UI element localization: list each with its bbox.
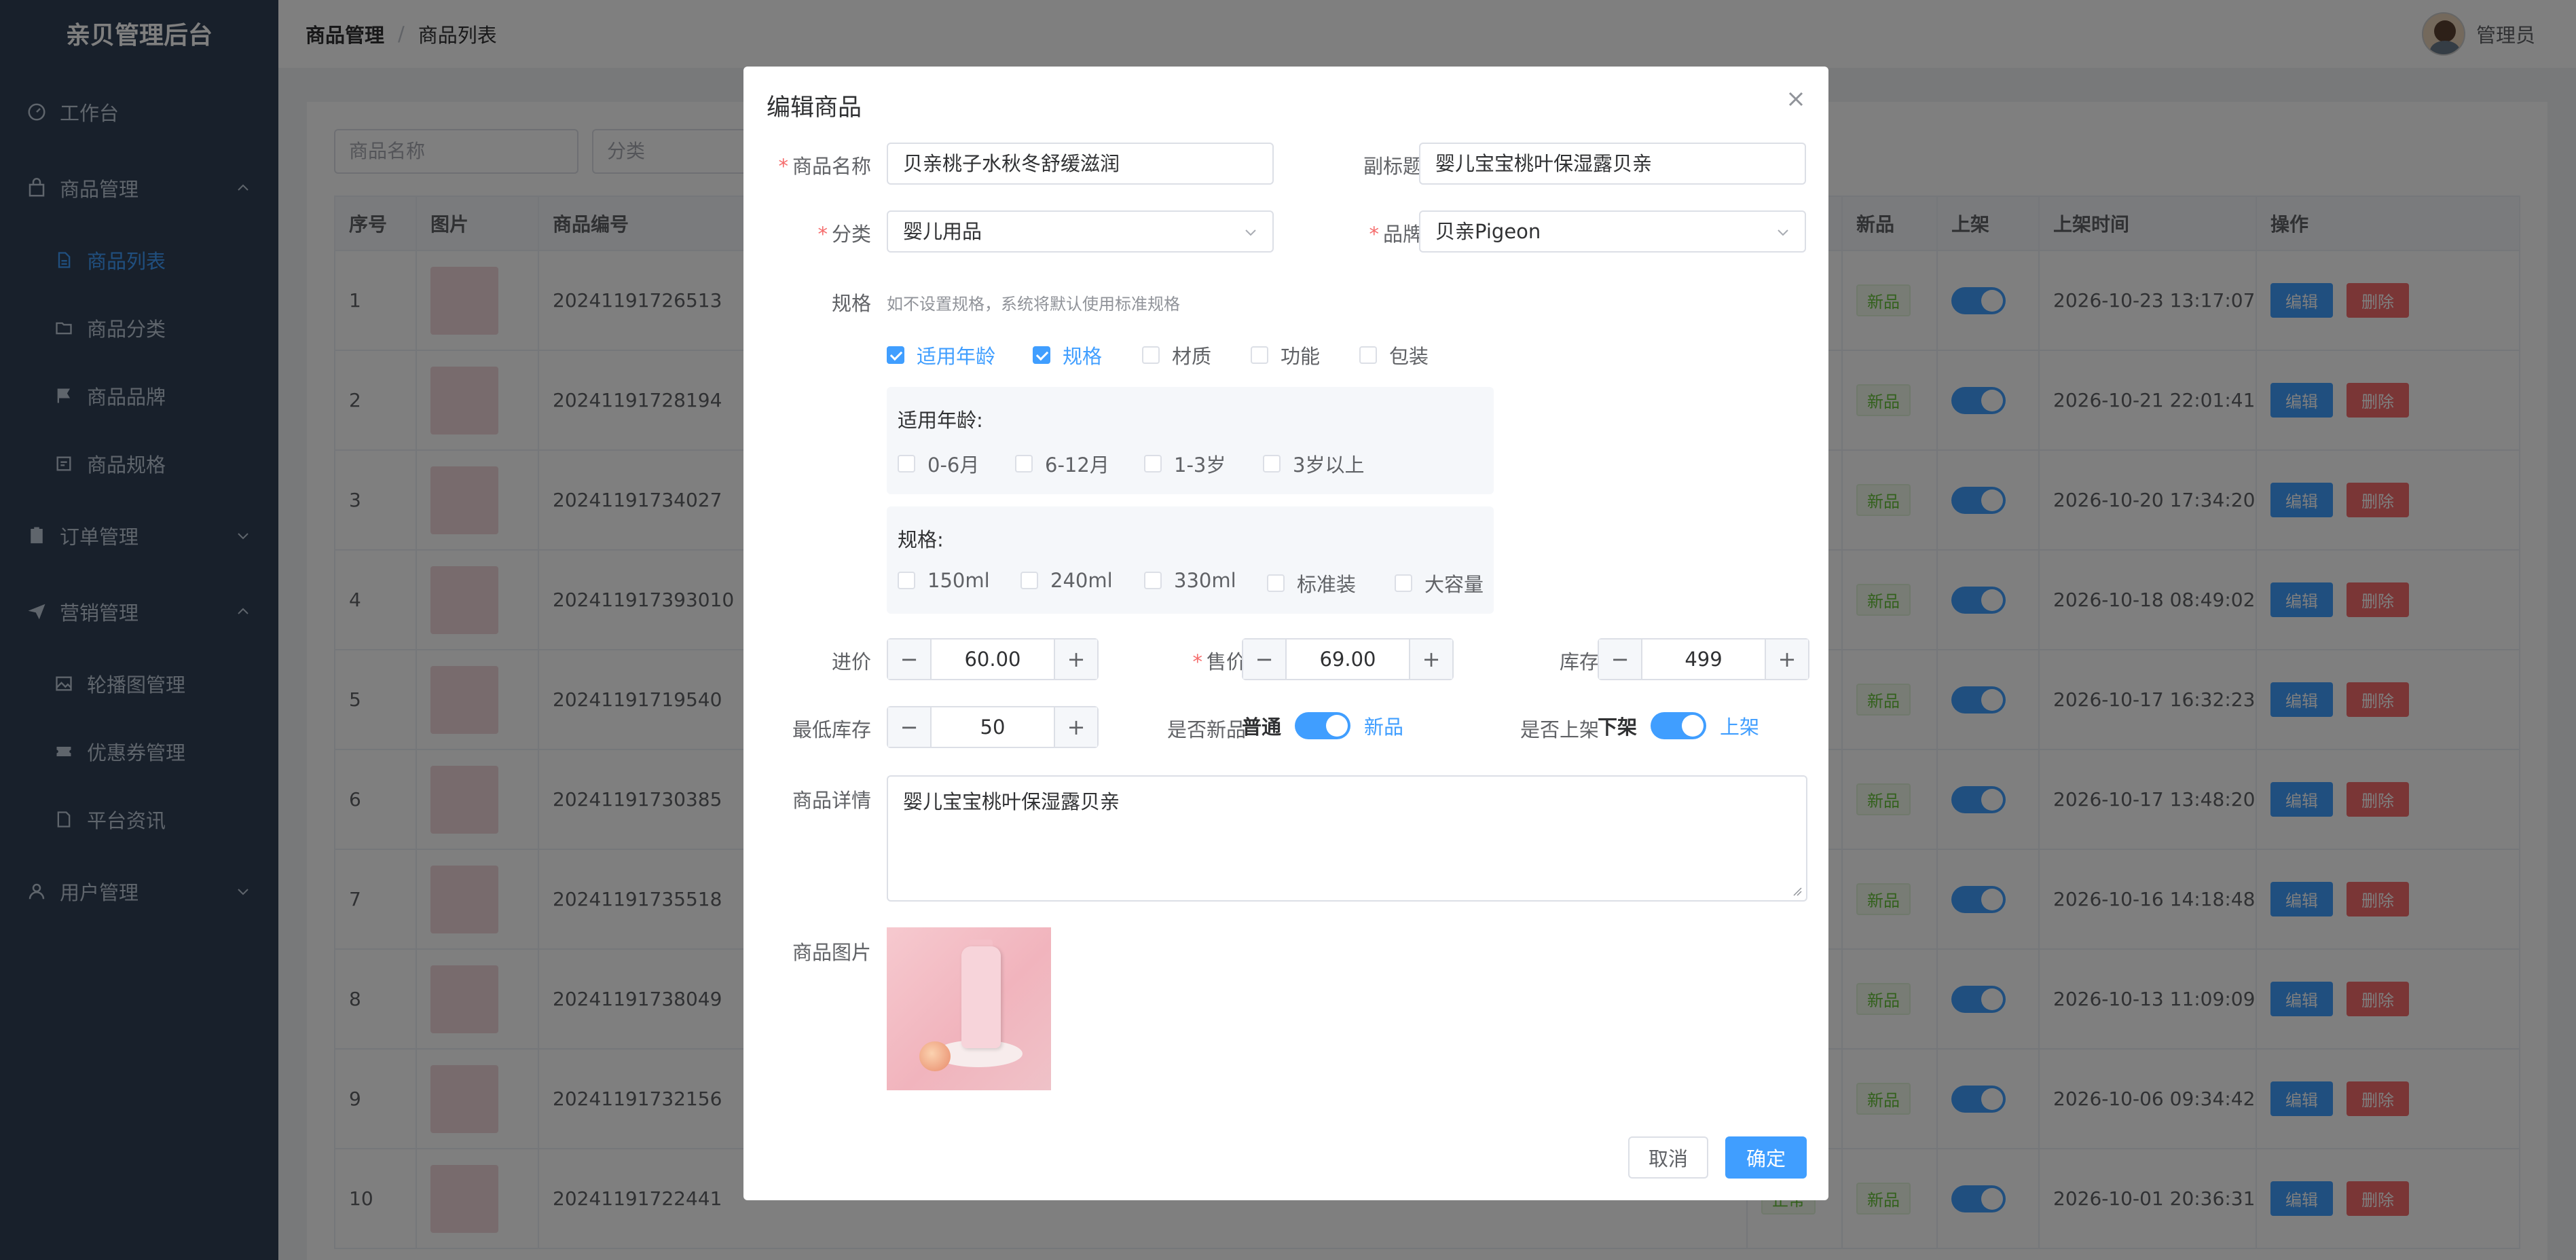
checkbox bbox=[1142, 346, 1160, 364]
checkbox bbox=[1395, 574, 1412, 592]
brand-value: 贝亲Pigeon bbox=[1435, 220, 1541, 243]
size-panel-title: 规格: bbox=[898, 528, 944, 551]
subtitle-label: 副标题 bbox=[1363, 155, 1422, 178]
checkbox bbox=[1267, 574, 1285, 592]
confirm-button[interactable]: 确定 bbox=[1725, 1136, 1807, 1179]
chevron-down-icon bbox=[1778, 229, 1788, 236]
detail-textarea[interactable]: 婴儿宝宝桃叶保湿露贝亲 bbox=[887, 775, 1807, 902]
checkbox bbox=[1263, 455, 1281, 472]
checkbox bbox=[1015, 455, 1033, 472]
minus-icon[interactable]: − bbox=[1243, 640, 1287, 679]
peach-shape bbox=[919, 1041, 951, 1071]
min-stock-value[interactable]: 50 bbox=[932, 707, 1054, 747]
cost-label: 进价 bbox=[831, 650, 871, 673]
category-select[interactable]: 婴儿用品 bbox=[887, 210, 1274, 253]
spec-type-package-checkbox[interactable]: 包装 bbox=[1359, 341, 1429, 369]
age-options-panel: 适用年龄: bbox=[887, 387, 1494, 494]
age-panel-title: 适用年龄: bbox=[898, 409, 983, 432]
name-label: * 商品名称 bbox=[778, 155, 871, 178]
plus-icon[interactable]: + bbox=[1054, 640, 1097, 679]
age-option-checkbox[interactable]: 1-3岁 bbox=[1144, 449, 1226, 478]
spec-type-size-checkbox[interactable]: 规格 bbox=[1033, 341, 1102, 369]
price-label: * 售价 bbox=[1192, 650, 1246, 673]
onsale-on-label: 上架 bbox=[1720, 716, 1760, 739]
plus-icon[interactable]: + bbox=[1765, 640, 1808, 679]
cost-stepper: − 60.00 + bbox=[887, 638, 1099, 680]
minus-icon[interactable]: − bbox=[888, 707, 932, 747]
checkbox bbox=[1251, 346, 1268, 364]
edit-goods-dialog: 编辑商品 * 商品名称 贝亲桃子水秋冬舒缓滋润 副标题 婴儿宝宝桃叶保湿露贝亲 *… bbox=[743, 67, 1828, 1200]
price-value[interactable]: 69.00 bbox=[1287, 640, 1409, 679]
size-option-checkbox[interactable]: 240ml bbox=[1020, 569, 1113, 592]
is-new-switch[interactable] bbox=[1295, 712, 1351, 739]
checkbox-checked bbox=[1033, 346, 1050, 364]
image-label: 商品图片 bbox=[792, 941, 871, 964]
detail-label: 商品详情 bbox=[792, 789, 871, 812]
product-image[interactable] bbox=[887, 927, 1051, 1090]
min-stock-stepper: − 50 + bbox=[887, 706, 1099, 748]
onsale-off-label: 下架 bbox=[1598, 716, 1638, 739]
size-option-checkbox[interactable]: 标准装 bbox=[1267, 569, 1356, 597]
is-new-on-label: 新品 bbox=[1364, 716, 1404, 739]
size-options-panel: 规格: bbox=[887, 506, 1494, 614]
bottle-shape bbox=[961, 946, 1001, 1048]
spec-hint: 如不设置规格，系统将默认使用标准规格 bbox=[887, 295, 1180, 314]
age-option-checkbox[interactable]: 0-6月 bbox=[898, 449, 979, 478]
size-option-checkbox[interactable]: 150ml bbox=[898, 569, 990, 592]
checkbox bbox=[1144, 572, 1162, 589]
checkbox bbox=[898, 455, 915, 472]
spec-type-function-checkbox[interactable]: 功能 bbox=[1251, 341, 1320, 369]
resize-grip-icon[interactable] bbox=[1791, 885, 1802, 896]
checkbox-checked bbox=[887, 346, 904, 364]
age-option-checkbox[interactable]: 6-12月 bbox=[1015, 449, 1109, 478]
detail-text: 婴儿宝宝桃叶保湿露贝亲 bbox=[903, 790, 1120, 813]
brand-select[interactable]: 贝亲Pigeon bbox=[1419, 210, 1806, 253]
stock-stepper: − 499 + bbox=[1598, 638, 1809, 680]
cost-value[interactable]: 60.00 bbox=[932, 640, 1054, 679]
onsale-switch-group: 下架 上架 bbox=[1598, 711, 1759, 740]
age-option-checkbox[interactable]: 3岁以上 bbox=[1263, 449, 1364, 478]
plus-icon[interactable]: + bbox=[1409, 640, 1452, 679]
spec-type-material-checkbox[interactable]: 材质 bbox=[1142, 341, 1211, 369]
brand-label: * 品牌 bbox=[1369, 223, 1422, 246]
plus-icon[interactable]: + bbox=[1054, 707, 1097, 747]
goods-name-input[interactable]: 贝亲桃子水秋冬舒缓滋润 bbox=[887, 143, 1274, 185]
stock-label: 库存 bbox=[1559, 650, 1599, 673]
size-option-checkbox[interactable]: 大容量 bbox=[1395, 569, 1484, 597]
chevron-down-icon bbox=[1245, 229, 1256, 236]
checkbox bbox=[1144, 455, 1162, 472]
spec-type-age-checkbox[interactable]: 适用年龄 bbox=[887, 341, 995, 369]
category-value: 婴儿用品 bbox=[903, 220, 982, 243]
onsale-switch[interactable] bbox=[1651, 712, 1707, 739]
checkbox bbox=[1020, 572, 1038, 589]
cancel-button[interactable]: 取消 bbox=[1628, 1136, 1708, 1179]
minus-icon[interactable]: − bbox=[1599, 640, 1642, 679]
checkbox bbox=[898, 572, 915, 589]
min-stock-label: 最低库存 bbox=[792, 718, 871, 741]
is-new-off-label: 普通 bbox=[1242, 716, 1282, 739]
checkbox bbox=[1359, 346, 1377, 364]
price-stepper: − 69.00 + bbox=[1242, 638, 1454, 680]
dialog-title: 编辑商品 bbox=[767, 94, 862, 122]
spec-label: 规格 bbox=[831, 292, 871, 315]
stock-value[interactable]: 499 bbox=[1642, 640, 1765, 679]
subtitle-input[interactable]: 婴儿宝宝桃叶保湿露贝亲 bbox=[1419, 143, 1806, 185]
close-icon[interactable] bbox=[1784, 87, 1808, 111]
minus-icon[interactable]: − bbox=[888, 640, 932, 679]
is-new-switch-group: 普通 新品 bbox=[1242, 711, 1403, 740]
category-label: * 分类 bbox=[817, 223, 871, 246]
size-option-checkbox[interactable]: 330ml bbox=[1144, 569, 1236, 592]
onsale-label: 是否上架 bbox=[1520, 718, 1599, 741]
is-new-label: 是否新品 bbox=[1166, 718, 1246, 741]
